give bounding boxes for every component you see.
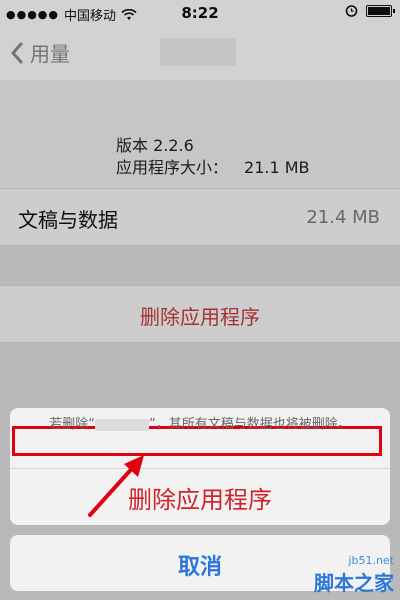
action-sheet: 若删除“ ”，其所有文稿与数据也将被删除。 删除应用程序 <box>10 408 390 525</box>
watermark-url: jb51.net <box>348 554 394 567</box>
message-suffix: ”，其所有文稿与数据也将被删除。 <box>149 417 351 432</box>
watermark: jb51.net 脚本之家 <box>314 554 394 596</box>
action-sheet-message: 若删除“ ”，其所有文稿与数据也将被删除。 <box>10 413 390 432</box>
message-prefix: 若删除“ <box>49 417 95 432</box>
action-sheet-divider <box>10 468 390 469</box>
watermark-name: 脚本之家 <box>314 571 394 595</box>
delete-app-button[interactable]: 删除应用程序 <box>10 480 390 515</box>
app-name-redacted <box>95 418 149 431</box>
